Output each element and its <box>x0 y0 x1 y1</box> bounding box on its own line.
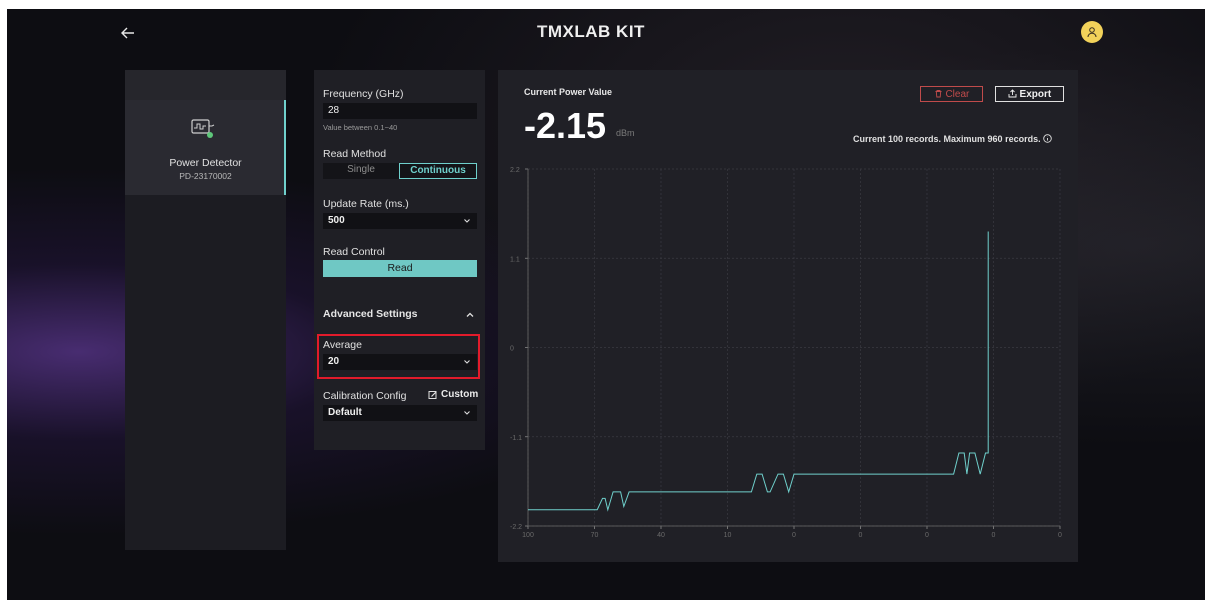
export-button[interactable]: Export <box>995 86 1064 102</box>
chevron-down-icon <box>464 219 470 223</box>
x-tick-label: 10 <box>724 532 732 539</box>
update-rate-select[interactable]: 500 <box>323 213 477 229</box>
read-method-single[interactable]: Single <box>323 163 399 179</box>
x-tick-label: 100 <box>522 532 534 539</box>
frequency-hint: Value between 0.1~40 <box>323 123 398 132</box>
update-rate-value: 500 <box>328 215 345 226</box>
advanced-settings-toggle[interactable]: Advanced Settings <box>323 308 477 322</box>
current-power-unit: dBm <box>616 128 635 138</box>
power-chart-panel: Current Power Value -2.15 dBm Clear Expo… <box>498 70 1078 562</box>
average-label: Average <box>323 339 362 351</box>
edit-icon <box>428 390 437 399</box>
trash-icon <box>935 90 942 98</box>
x-tick-label: 0 <box>859 532 863 539</box>
app-window: TMXLAB KIT Power Detector PD-23170002 Fr… <box>7 9 1205 600</box>
app-logo: TMXLAB KIT <box>537 22 645 41</box>
x-tick-label: 0 <box>992 532 996 539</box>
device-list: Power Detector PD-23170002 <box>125 70 286 550</box>
y-tick-label: 1.1 <box>510 256 520 263</box>
user-icon <box>1087 27 1097 38</box>
current-power-title: Current Power Value <box>524 87 613 97</box>
x-tick-label: 0 <box>925 532 929 539</box>
x-tick-label: 0 <box>792 532 796 539</box>
settings-panel: Frequency (GHz) 28 Value between 0.1~40 … <box>314 70 485 450</box>
records-text: Current 100 records. Maximum 960 records… <box>853 134 1041 144</box>
records-info: Current 100 records. Maximum 960 records… <box>853 134 1052 144</box>
info-icon[interactable] <box>1043 134 1052 143</box>
power-line-chart: 2.21.10-1.1-2.2100 70 40 10 0 0 0 0 0 <box>510 167 1062 539</box>
current-power-value: -2.15 <box>524 105 607 146</box>
chevron-up-icon <box>466 312 474 317</box>
read-method-continuous[interactable]: Continuous <box>399 163 477 179</box>
y-tick-label: -1.1 <box>510 435 522 442</box>
read-method-label: Read Method <box>323 148 387 160</box>
export-label: Export <box>1019 89 1052 100</box>
custom-label: Custom <box>441 389 479 400</box>
read-method-toggle: Single Continuous <box>323 163 477 179</box>
read-button[interactable]: Read <box>323 260 477 277</box>
calibration-value: Default <box>328 407 362 418</box>
export-icon <box>1008 89 1017 98</box>
average-select[interactable]: 20 <box>323 354 477 370</box>
series-line <box>528 231 989 512</box>
x-tick-label: 40 <box>657 532 665 539</box>
arrow-left-icon[interactable] <box>118 23 138 43</box>
user-avatar[interactable] <box>1081 21 1103 43</box>
custom-calibration-button[interactable]: Custom <box>428 389 478 400</box>
clear-button[interactable]: Clear <box>920 86 983 102</box>
calibration-select[interactable]: Default <box>323 405 477 421</box>
frequency-input[interactable]: 28 <box>323 103 477 119</box>
device-id: PD-23170002 <box>179 171 232 181</box>
device-card-power-detector[interactable]: Power Detector PD-23170002 <box>125 100 286 195</box>
advanced-settings-label: Advanced Settings <box>323 308 418 320</box>
y-tick-label: 2.2 <box>510 167 520 174</box>
frequency-label: Frequency (GHz) <box>323 88 404 100</box>
device-list-header <box>125 70 286 100</box>
chevron-down-icon <box>464 411 470 415</box>
read-control-label: Read Control <box>323 246 385 258</box>
chevron-down-icon <box>464 360 470 364</box>
device-name: Power Detector <box>169 157 242 169</box>
update-rate-label: Update Rate (ms.) <box>323 198 409 210</box>
x-tick-label: 70 <box>591 532 599 539</box>
power-detector-icon <box>191 118 217 140</box>
y-tick-label: 0 <box>510 346 514 353</box>
average-value: 20 <box>328 356 340 367</box>
x-tick-label: 0 <box>1058 532 1062 539</box>
calibration-label: Calibration Config <box>323 390 407 402</box>
clear-label: Clear <box>945 89 970 100</box>
y-tick-label: -2.2 <box>510 524 522 531</box>
